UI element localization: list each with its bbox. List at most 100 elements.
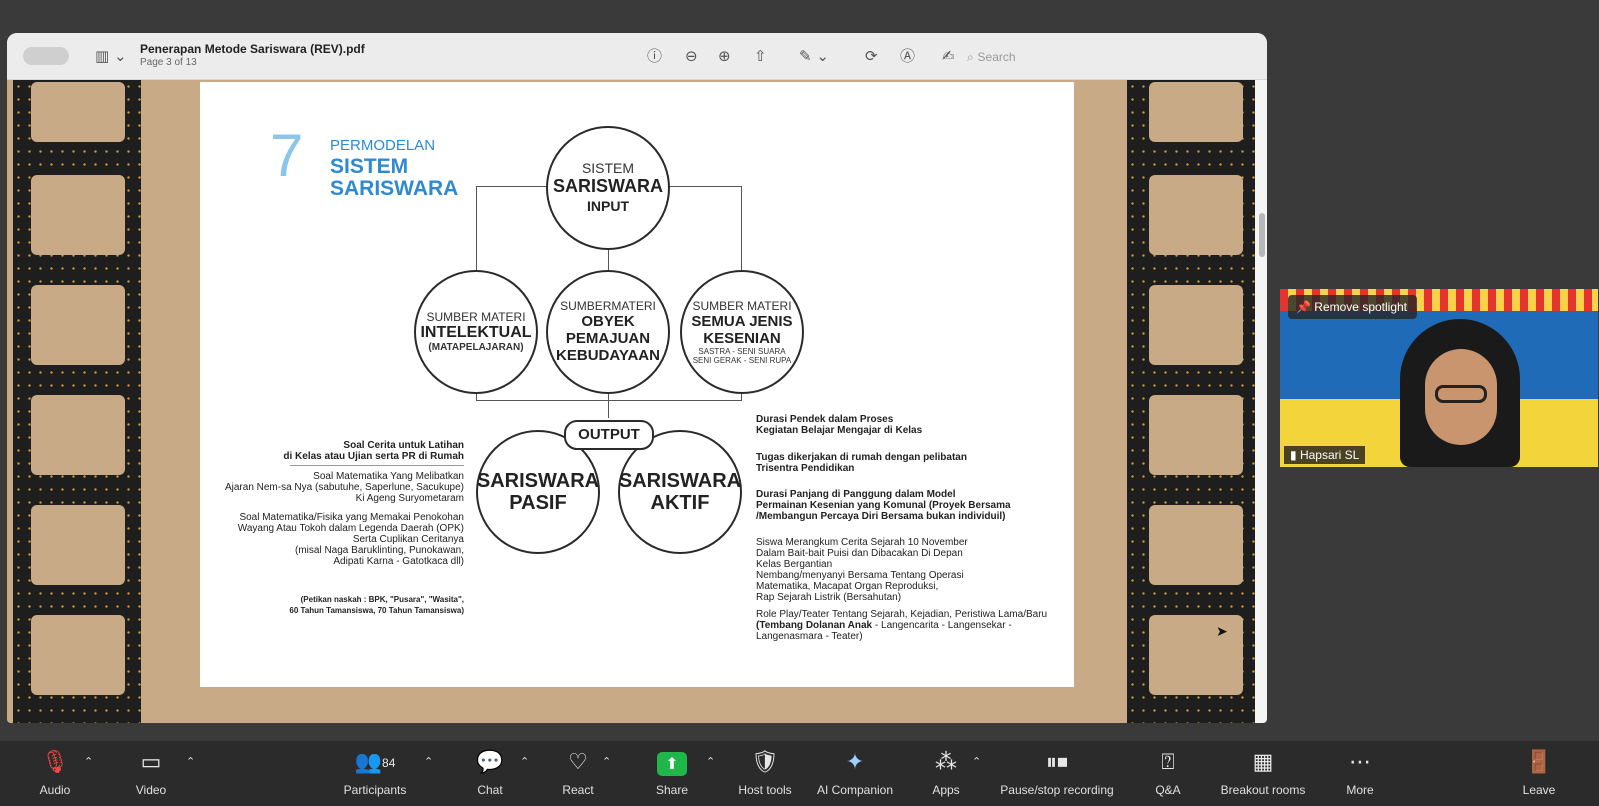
document-viewport[interactable]: 7 PERMODELAN SISTEM SARISWARA SISTEM SAR… <box>7 80 1255 723</box>
text-line: Wayang Atau Tokoh dalam Legenda Daerah (… <box>237 523 464 534</box>
more-dots-icon: ⋯ <box>1349 750 1371 775</box>
document-title: Penerapan Metode Sariswara (REV).pdf <box>140 42 365 56</box>
slide-heading-line1: SISTEM <box>330 155 409 178</box>
output-title: SARISWARA <box>476 470 600 492</box>
film-hole <box>31 505 125 585</box>
pdf-viewer-window: ▥ ⌄ Penerapan Metode Sariswara (REV).pdf… <box>7 33 1267 723</box>
right-paragraph-2: Role Play/Teater Tentang Sejarah, Kejadi… <box>756 609 1056 642</box>
zoom-out-icon[interactable]: ⊖ <box>685 47 698 65</box>
leave-button[interactable]: 🚪 Leave <box>1494 741 1584 806</box>
more-button[interactable]: ⋯ More <box>1305 741 1415 806</box>
audio-options-caret-icon[interactable]: ⌃ <box>84 755 93 768</box>
text-line: Ki Ageng Suryometaram <box>355 493 464 504</box>
signature-icon[interactable]: ✍ <box>942 47 955 65</box>
right-heading-2: Tugas dikerjakan di rumah dengan pelibat… <box>756 452 1056 474</box>
sidebar-toggle-icon[interactable]: ▥ ⌄ <box>95 47 127 65</box>
annotate-icon[interactable]: Ⓐ <box>900 47 915 65</box>
text-line: Soal Matematika/Fisika yang Memakai Peno… <box>239 512 464 523</box>
input-line1: SISTEM <box>581 160 635 176</box>
info-icon[interactable]: ⓘ <box>647 47 662 65</box>
text-line: Durasi Panjang di Panggung dalam Model <box>756 489 956 500</box>
film-hole <box>31 285 125 365</box>
apps-button[interactable]: ⁂ Apps <box>891 741 1001 806</box>
participant-name-tag: ▮ Hapsari SL <box>1284 446 1366 464</box>
right-heading-3: Durasi Panjang di Panggung dalam Model P… <box>756 489 1056 522</box>
text-line: Dalam Bait-bait Puisi dan Dibacakan Di D… <box>756 548 963 559</box>
left-paragraph-1: Soal Matematika Yang Melibatkan Ajaran N… <box>220 471 464 504</box>
audio-label: Audio <box>39 783 71 797</box>
source-label: SUMBER MATERI <box>426 309 526 324</box>
text-line: Tugas dikerjakan di rumah dengan pelibat… <box>756 452 967 463</box>
film-hole <box>1149 615 1243 695</box>
text-line: Kegiatan Belajar Mengajar di Kelas <box>756 425 923 436</box>
text-line: Serta Cuplikan Ceritanya <box>352 534 464 545</box>
window-controls-pill[interactable] <box>23 47 69 65</box>
text-line: di Kelas atau Ujian serta PR di Rumah <box>283 451 464 462</box>
connector-line <box>476 186 477 270</box>
breakout-grid-icon: ▦ <box>1252 750 1274 775</box>
text-line: /Membangun Percaya Diri Bersama bukan in… <box>756 511 1006 522</box>
signal-icon: ▮ <box>1290 448 1297 462</box>
spotlight-label: Remove spotlight <box>1314 300 1408 314</box>
text-line: Siswa Merangkum Cerita Sejarah 10 Novemb… <box>756 537 968 548</box>
participants-button[interactable]: 👥84 Participants <box>320 741 430 806</box>
react-options-caret-icon[interactable]: ⌃ <box>602 755 611 768</box>
apps-options-caret-icon[interactable]: ⌃ <box>972 755 981 768</box>
share-screen-icon: ⬆ <box>657 752 687 776</box>
zoom-in-icon[interactable]: ⊕ <box>718 47 731 65</box>
connector-line <box>608 247 609 271</box>
participants-label: Participants <box>343 783 407 797</box>
text-line: Role Play/Teater Tentang Sejarah, Kejadi… <box>756 609 1048 620</box>
rotate-icon[interactable]: ⟳ <box>865 47 878 65</box>
text-line: Matematika, Macapat Organ Reproduksi, <box>756 581 939 592</box>
text-line: 60 Tahun Tamansiswa, 70 Tahun Tamansiswa… <box>289 606 464 615</box>
participants-options-caret-icon[interactable]: ⌃ <box>424 755 433 768</box>
source-label: SUMBERMATERI <box>560 299 656 313</box>
right-paragraph-1: Siswa Merangkum Cerita Sejarah 10 Novemb… <box>756 537 1056 603</box>
remove-spotlight-button[interactable]: 📌 Remove spotlight <box>1288 295 1418 319</box>
pin-icon: 📌 <box>1296 300 1311 314</box>
left-source-note: (Petikan naskah : BPK, "Pusara", "Wasita… <box>220 594 464 616</box>
output-label: OUTPUT <box>564 420 654 450</box>
film-hole <box>31 82 125 142</box>
markup-pen-icon[interactable]: ✎ ⌄ <box>799 47 829 65</box>
pause-stop-icon: ⏸⏹ <box>1045 750 1068 775</box>
video-options-caret-icon[interactable]: ⌃ <box>186 755 195 768</box>
pdf-page: 7 PERMODELAN SISTEM SARISWARA SISTEM SAR… <box>200 82 1074 687</box>
glasses-icon <box>1435 385 1487 403</box>
text-line: Adipati Karna - Gatotkaca dll) <box>333 556 464 567</box>
recording-label: Pause/stop recording <box>1000 783 1114 797</box>
text-line: Ajaran Nem-sa Nya (sabutuhe, Saperlune, … <box>224 482 464 493</box>
film-hole <box>1149 175 1243 255</box>
film-hole <box>1149 285 1243 365</box>
film-hole <box>31 615 125 695</box>
share-icon[interactable]: ⇧ <box>754 47 767 65</box>
source-circle-culture: SUMBERMATERI OBYEK PEMAJUAN KEBUDAYAAN <box>546 270 670 394</box>
recording-button[interactable]: ⏸⏹ Pause/stop recording <box>991 741 1123 806</box>
film-hole <box>31 395 125 475</box>
input-line3: INPUT <box>587 198 629 214</box>
audio-button[interactable]: 🎙 Audio <box>0 741 110 806</box>
vertical-scrollbar[interactable] <box>1259 213 1265 257</box>
output-title: AKTIF <box>650 492 710 514</box>
film-hole <box>31 175 125 255</box>
connector-line <box>608 392 609 418</box>
more-label: More <box>1346 783 1374 797</box>
slide-heading-line2: SARISWARA <box>330 177 459 200</box>
search-field[interactable]: ⌕ Search <box>967 46 1257 68</box>
input-circle: SISTEM SARISWARA INPUT <box>546 126 670 250</box>
source-circle-arts: SUMBER MATERI SEMUA JENIS KESENIAN SASTR… <box>680 270 804 394</box>
participants-icon: 👥84 <box>354 750 396 775</box>
participant-video-tile[interactable]: 📌 Remove spotlight ▮ Hapsari SL <box>1280 289 1598 467</box>
source-title: KESENIAN <box>703 329 781 347</box>
output-title: SARISWARA <box>618 470 742 492</box>
connector-line <box>476 400 742 401</box>
meeting-toolbar: 🎙 Audio ⌃ ▭ Video ⌃ 👥84 Participants ⌃ 💬… <box>0 741 1599 806</box>
video-button[interactable]: ▭ Video <box>96 741 206 806</box>
video-label: Video <box>135 783 167 797</box>
mouse-cursor-icon: ➤ <box>1216 624 1228 640</box>
leave-label: Leave <box>1522 783 1556 797</box>
breakout-rooms-button[interactable]: ▦ Breakout rooms <box>1207 741 1319 806</box>
slide-number: 7 <box>270 122 304 189</box>
text-line: Rap Sejarah Listrik (Bersahutan) <box>756 592 902 603</box>
